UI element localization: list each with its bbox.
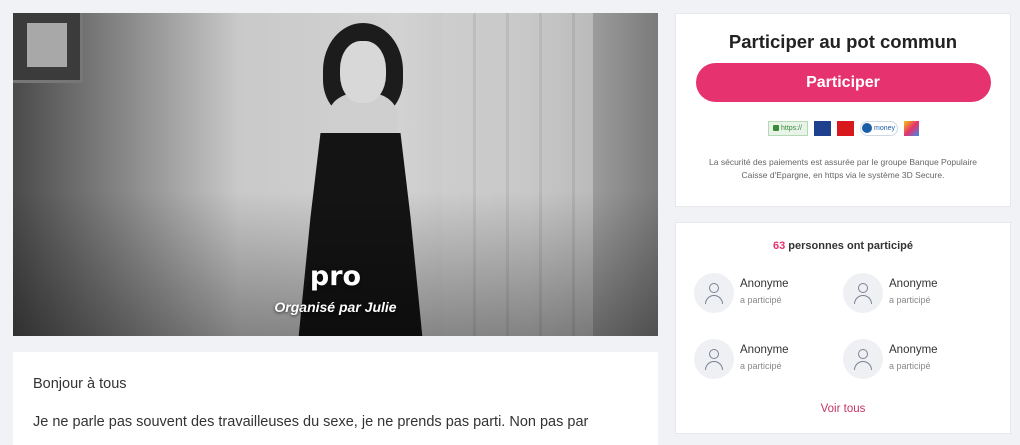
participant-status: a participé — [740, 361, 782, 371]
participant-item: Anonyme a participé — [694, 271, 834, 315]
participants-grid: Anonyme a participé Anonyme a participé … — [694, 271, 994, 401]
avatar-user-icon — [694, 339, 734, 379]
avatar-user-icon — [843, 273, 883, 313]
avatar-user-icon — [694, 273, 734, 313]
secure-badge-icon — [903, 120, 919, 136]
participant-item: Anonyme a participé — [843, 337, 983, 381]
participant-status: a participé — [740, 295, 782, 305]
participant-name: Anonyme — [889, 278, 938, 290]
description-card: Bonjour à tous Je ne parle pas souvent d… — [13, 352, 658, 445]
avatar-user-icon — [843, 339, 883, 379]
pot-title: pro — [309, 261, 362, 292]
participate-card: Participer au pot commun Participer http… — [675, 13, 1011, 207]
security-note: La sécurité des paiements est assurée pa… — [709, 157, 977, 180]
caisse-epargne-logo-icon — [836, 120, 854, 136]
hero-banner: pro Organisé par Julie — [13, 13, 658, 336]
participant-status: a participé — [889, 295, 931, 305]
organizer-line: Organisé par Julie — [274, 299, 397, 315]
banque-populaire-logo-icon — [813, 120, 831, 136]
participant-item: Anonyme a participé — [694, 337, 834, 381]
participants-card: 63 personnes ont participé Anonyme a par… — [675, 222, 1011, 434]
participant-name: Anonyme — [740, 278, 789, 290]
description-greeting: Bonjour à tous — [33, 376, 127, 392]
description-paragraph: Je ne parle pas souvent des travailleuse… — [33, 414, 589, 430]
participate-heading: Participer au pot commun — [728, 31, 958, 52]
participants-count-label: personnes ont participé — [788, 240, 913, 252]
see-all-link[interactable]: Voir tous — [676, 403, 1010, 415]
s-money-logo-icon: money — [859, 120, 898, 136]
participant-name: Anonyme — [889, 344, 938, 356]
participant-item: Anonyme a participé — [843, 271, 983, 315]
participants-summary: 63 personnes ont participé — [676, 240, 1010, 252]
participants-count: 63 — [772, 240, 786, 252]
https-lock-icon: https:// — [767, 120, 808, 136]
participate-button[interactable]: Participer — [695, 63, 991, 102]
participant-name: Anonyme — [740, 344, 789, 356]
payment-logos: https:// money — [676, 120, 1010, 136]
participant-status: a participé — [889, 361, 931, 371]
